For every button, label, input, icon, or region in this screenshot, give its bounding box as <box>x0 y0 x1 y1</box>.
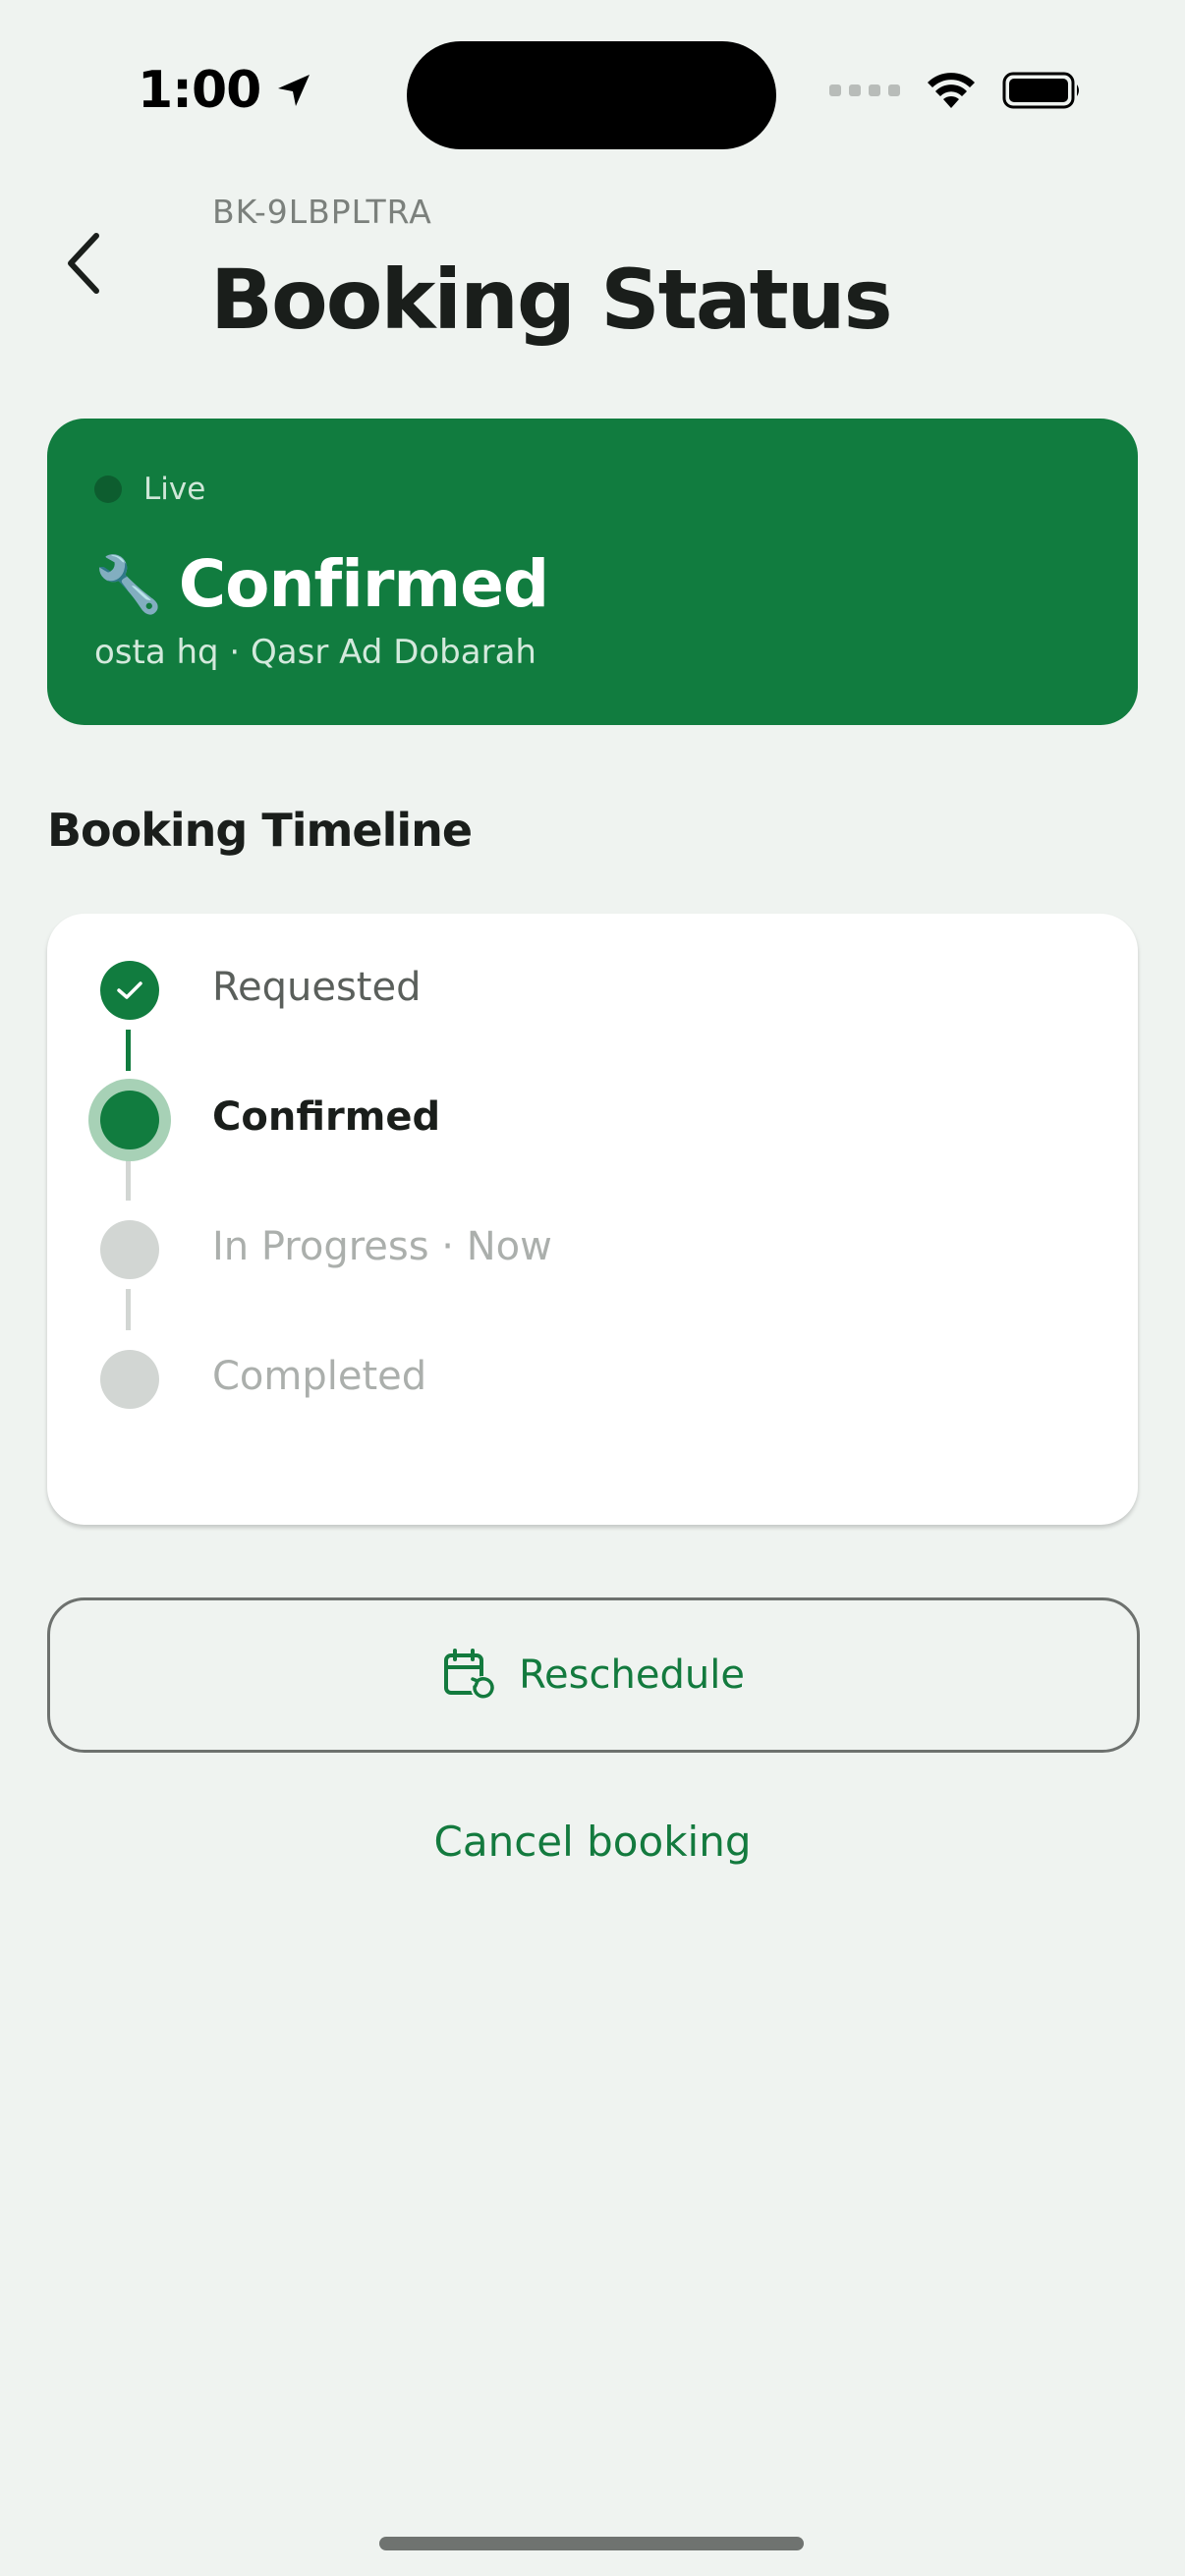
live-indicator: Live <box>94 472 205 507</box>
timeline-connector <box>126 1289 131 1330</box>
location-arrow-icon <box>278 75 310 106</box>
live-dot-icon <box>94 476 122 503</box>
dynamic-island <box>407 41 776 149</box>
timeline-connector <box>126 1159 131 1201</box>
current-dot <box>100 1091 159 1149</box>
card-status-text: Confirmed <box>178 546 549 622</box>
step-current-marker <box>88 1079 171 1161</box>
timeline-card: Requested Confirmed In Progress · Now Co… <box>47 914 1138 1525</box>
step-done-marker <box>100 961 159 1020</box>
booking-id: BK-9LBPLTRA <box>212 193 432 231</box>
wrench-icon: 🔧 <box>94 552 163 617</box>
chevron-left-icon <box>68 233 99 294</box>
cellular-signal-icon <box>829 84 900 96</box>
calendar-reschedule-icon <box>444 1649 495 1700</box>
page-title: Booking Status <box>210 252 893 348</box>
timeline-connector <box>126 1030 131 1071</box>
timeline-step-label: In Progress · Now <box>212 1224 552 1269</box>
timeline-step-label: Confirmed <box>212 1094 441 1140</box>
battery-icon <box>1002 72 1079 109</box>
status-bar-time: 1:00 <box>138 61 313 120</box>
live-status-card: Live 🔧 Confirmed osta hq · Qasr Ad Dobar… <box>47 419 1138 725</box>
card-status-row: 🔧 Confirmed <box>94 546 549 622</box>
step-pending-marker <box>100 1350 159 1409</box>
reschedule-label: Reschedule <box>519 1652 745 1698</box>
home-indicator[interactable] <box>379 2537 804 2550</box>
cancel-booking-link[interactable]: Cancel booking <box>0 1818 1185 1866</box>
step-pending-marker <box>100 1220 159 1279</box>
timeline-step-label: Completed <box>212 1354 427 1399</box>
wifi-icon <box>928 73 975 108</box>
card-subtitle: osta hq · Qasr Ad Dobarah <box>94 633 536 672</box>
time-text: 1:00 <box>138 61 261 120</box>
live-label: Live <box>143 472 206 507</box>
check-icon <box>117 981 142 999</box>
timeline-title: Booking Timeline <box>47 804 473 857</box>
status-bar-indicators <box>829 71 1083 110</box>
reschedule-button[interactable]: Reschedule <box>47 1597 1140 1753</box>
timeline-step-label: Requested <box>212 965 422 1010</box>
back-button[interactable] <box>55 224 114 303</box>
